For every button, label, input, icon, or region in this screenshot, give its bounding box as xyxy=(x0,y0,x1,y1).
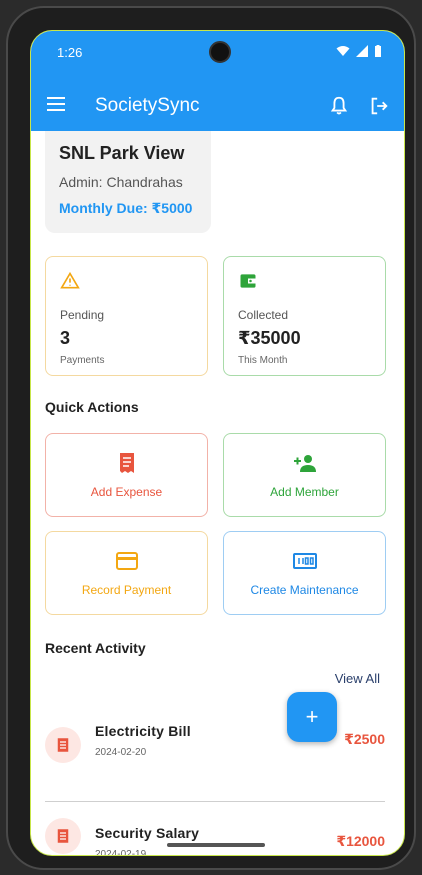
add-member-label: Add Member xyxy=(270,485,339,499)
activity-item[interactable]: Security Salary 2024-02-19 ₹12000 xyxy=(45,798,385,856)
activity-icon-bubble xyxy=(45,818,81,854)
receipt-icon xyxy=(57,829,69,843)
person-add-icon xyxy=(293,455,316,472)
create-maintenance-button[interactable]: Create Maintenance xyxy=(223,531,386,615)
add-expense-label: Add Expense xyxy=(90,485,163,499)
activity-title: Electricity Bill xyxy=(95,723,191,739)
create-maintenance-label: Create Maintenance xyxy=(250,583,359,597)
pending-label: Pending xyxy=(60,308,105,322)
activity-amount: ₹12000 xyxy=(336,833,385,849)
recent-activity-title: Recent Activity xyxy=(45,640,146,656)
record-payment-label: Record Payment xyxy=(81,583,172,597)
collected-label: Collected xyxy=(238,308,289,322)
wallet-icon xyxy=(240,274,256,288)
activity-icon-bubble xyxy=(45,727,81,763)
monthly-due: Monthly Due: ₹5000 xyxy=(59,200,193,216)
pending-value: 3 xyxy=(60,328,71,348)
collected-value: ₹35000 xyxy=(238,328,301,348)
app-bar: SocietySync xyxy=(31,81,404,131)
menu-icon[interactable] xyxy=(47,97,65,111)
quick-actions-title: Quick Actions xyxy=(45,399,139,415)
add-fab-button[interactable]: + xyxy=(287,692,337,742)
camera-cutout xyxy=(209,41,231,63)
receipt-icon xyxy=(57,738,69,752)
pending-card[interactable]: Pending 3 Payments xyxy=(45,256,208,376)
society-name: SNL Park View xyxy=(59,143,185,163)
warning-icon xyxy=(60,271,80,289)
status-time: 1:26 xyxy=(57,45,83,60)
pending-sub: Payments xyxy=(60,355,105,366)
maintenance-icon xyxy=(292,553,317,569)
home-indicator xyxy=(167,843,265,847)
bell-icon[interactable] xyxy=(328,95,350,117)
activity-amount: ₹2500 xyxy=(344,731,385,747)
status-bar: 1:26 xyxy=(31,31,404,81)
society-card: SNL Park View Admin: Chandrahas Monthly … xyxy=(45,131,211,233)
collected-card[interactable]: Collected ₹35000 This Month xyxy=(223,256,386,376)
receipt-icon xyxy=(119,453,134,473)
phone-frame: 1:26 SocietySync SNL Park View Admin: Ch… xyxy=(6,6,416,870)
logout-icon[interactable] xyxy=(368,95,390,117)
battery-icon xyxy=(375,45,381,57)
add-expense-button[interactable]: Add Expense xyxy=(45,433,208,517)
card-icon xyxy=(115,552,138,570)
record-payment-button[interactable]: Record Payment xyxy=(45,531,208,615)
society-admin: Admin: Chandrahas xyxy=(59,174,183,190)
activity-date: 2024-02-20 xyxy=(95,747,147,758)
content: SNL Park View Admin: Chandrahas Monthly … xyxy=(31,131,404,856)
signal-icon xyxy=(356,45,368,57)
app-title: SocietySync xyxy=(95,95,200,116)
activity-title: Security Salary xyxy=(95,825,200,841)
view-all-link[interactable]: View All xyxy=(335,671,380,686)
screen: 1:26 SocietySync SNL Park View Admin: Ch… xyxy=(30,30,405,856)
wifi-icon xyxy=(336,46,350,56)
status-icons xyxy=(336,45,382,57)
add-member-button[interactable]: Add Member xyxy=(223,433,386,517)
collected-sub: This Month xyxy=(238,355,288,366)
activity-date: 2024-02-19 xyxy=(95,849,147,856)
